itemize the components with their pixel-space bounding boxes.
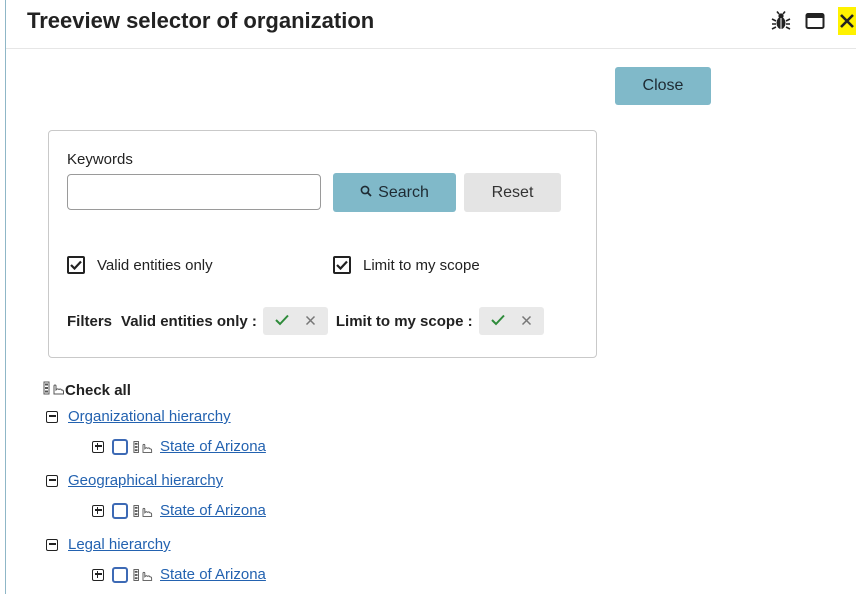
limit-scope-label: Limit to my scope [363, 256, 480, 274]
window-title: Treeview selector of organization [27, 8, 375, 33]
reset-button[interactable]: Reset [464, 173, 561, 212]
check-icon[interactable] [275, 313, 289, 330]
node-checkbox[interactable] [112, 438, 128, 455]
search-icon [360, 184, 372, 202]
check-icon[interactable] [490, 313, 505, 330]
valid-entities-checkbox[interactable] [67, 256, 85, 274]
remove-icon[interactable] [521, 313, 532, 330]
expand-icon[interactable] [92, 440, 104, 453]
title-bar-controls [770, 6, 856, 36]
title-bar: Treeview selector of organization [6, 0, 856, 49]
tree-node-label[interactable]: State of Arizona [160, 502, 266, 519]
tree-node-geographical: Geographical hierarchy [46, 472, 223, 489]
node-checkbox[interactable] [112, 502, 128, 519]
maximize-icon[interactable] [804, 10, 826, 32]
limit-scope-option: Limit to my scope [333, 256, 480, 274]
tree-node-child: State of Arizona [92, 566, 266, 583]
collapse-icon[interactable] [46, 538, 58, 551]
check-children-icon[interactable] [133, 567, 153, 583]
limit-scope-checkbox[interactable] [333, 256, 351, 274]
search-button-label: Search [378, 183, 429, 201]
tree-node-child: State of Arizona [92, 502, 266, 519]
keywords-input[interactable] [67, 174, 321, 210]
search-panel: Keywords Search Reset Valid entities onl… [48, 130, 597, 358]
close-icon[interactable] [838, 7, 856, 35]
filter-scope-chip [478, 307, 544, 335]
remove-icon[interactable] [305, 313, 316, 330]
tree-node-child: State of Arizona [92, 438, 266, 455]
node-checkbox[interactable] [112, 566, 128, 583]
expand-icon[interactable] [92, 568, 104, 581]
tree-node-label[interactable]: Legal hierarchy [68, 536, 171, 553]
tree-node-organizational: Organizational hierarchy [46, 408, 231, 425]
check-all-icon [43, 380, 65, 400]
tree-node-label[interactable]: Geographical hierarchy [68, 472, 223, 489]
filter-valid-label: Valid entities only : [121, 312, 257, 330]
filters-label: Filters [67, 312, 113, 330]
tree-node-label[interactable]: Organizational hierarchy [68, 408, 231, 425]
tree-node-legal: Legal hierarchy [46, 536, 171, 553]
filter-scope-label: Limit to my scope : [335, 312, 473, 330]
search-button[interactable]: Search [333, 173, 456, 212]
bug-icon[interactable] [770, 10, 792, 32]
keywords-label: Keywords [67, 151, 133, 168]
collapse-icon[interactable] [46, 474, 58, 487]
window-frame-left [5, 0, 6, 594]
active-filters: Filters Valid entities only : Limit to m… [67, 307, 544, 335]
valid-entities-label: Valid entities only [97, 256, 213, 274]
tree-node-label[interactable]: State of Arizona [160, 438, 266, 455]
check-all-label: Check all [65, 381, 131, 399]
check-children-icon[interactable] [133, 439, 153, 455]
check-all-row[interactable]: Check all [43, 380, 131, 400]
collapse-icon[interactable] [46, 410, 58, 423]
valid-entities-option: Valid entities only [67, 256, 213, 274]
tree-node-label[interactable]: State of Arizona [160, 566, 266, 583]
expand-icon[interactable] [92, 504, 104, 517]
close-button[interactable]: Close [615, 67, 711, 105]
filter-valid-chip [262, 307, 328, 335]
check-children-icon[interactable] [133, 503, 153, 519]
